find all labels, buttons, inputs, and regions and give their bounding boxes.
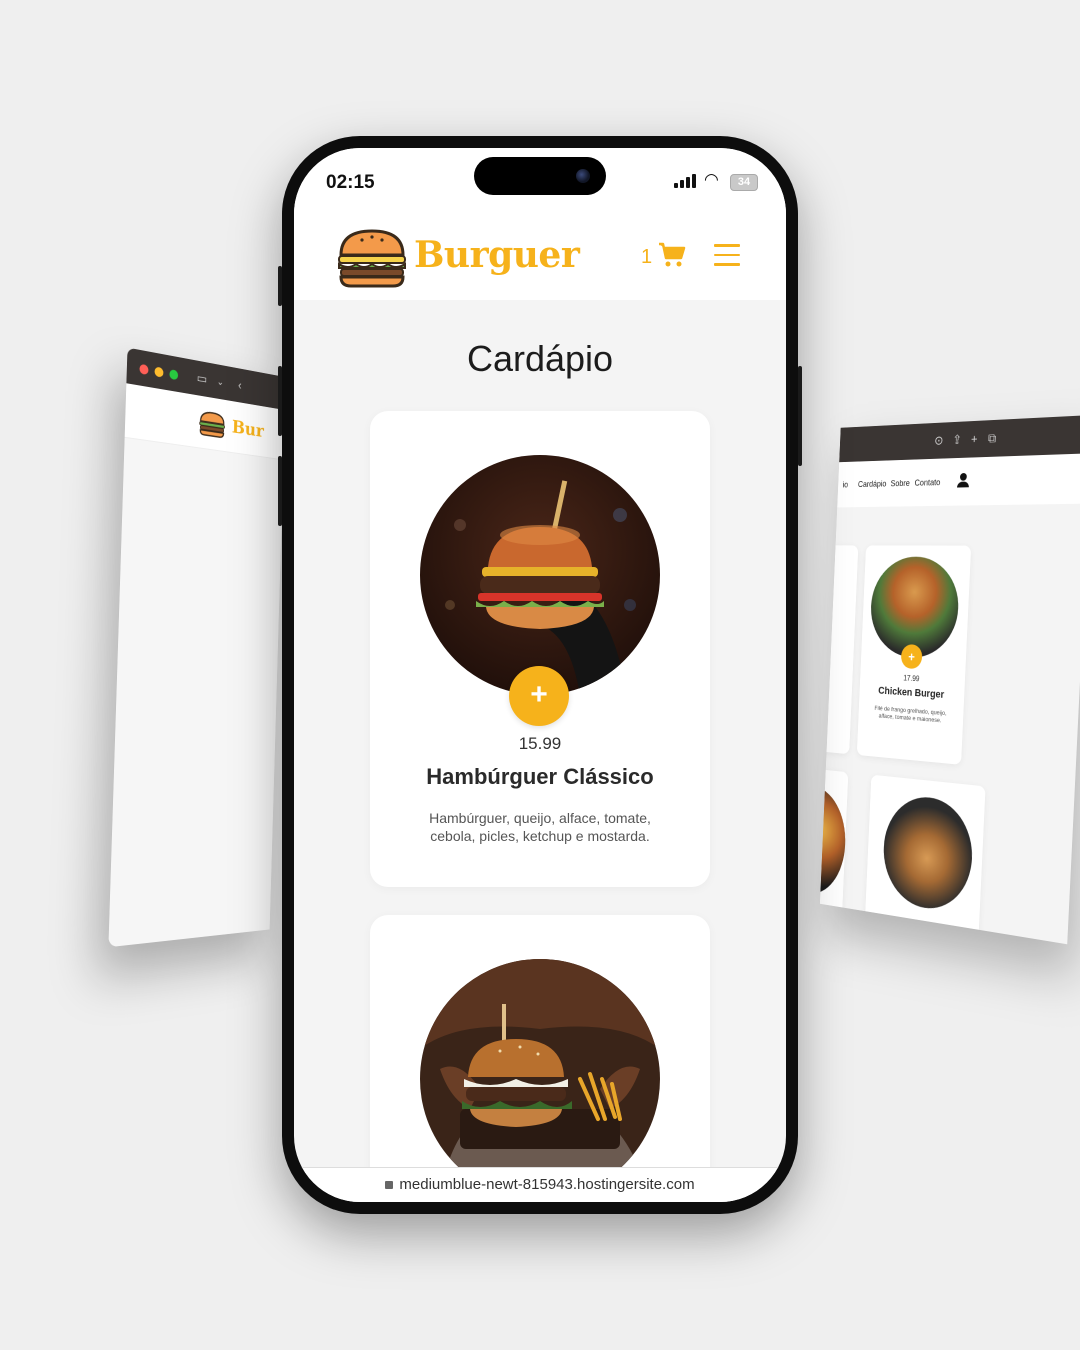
volume-up-button	[278, 366, 282, 436]
desktop-browser-left: ▭ ⌄ ‹ Bur	[108, 347, 286, 948]
desktop-nav: io Cardápio Sobre Contato	[837, 453, 1080, 508]
sidebar-icon[interactable]: ▭	[197, 370, 208, 387]
desktop-card-double	[863, 774, 986, 945]
tabs-overview-icon[interactable]: ⧉	[988, 431, 997, 447]
status-time: 02:15	[326, 172, 375, 193]
double-burger-image	[881, 792, 975, 915]
wifi-icon: ◠	[704, 170, 719, 189]
phone-frame: 02:15 ◠ 34 Burguer 1 Cardápio + 15.99 Ha…	[278, 136, 802, 1214]
brand-name[interactable]: Burguer	[414, 234, 580, 276]
status-bar: 02:15 ◠ 34	[294, 148, 786, 218]
menu-item-card: +	[370, 915, 710, 1202]
burger-image	[420, 959, 660, 1199]
desktop-item-description: Filé de frango grelhado, queijo, alface,…	[874, 705, 947, 725]
hamburger-menu-icon[interactable]	[714, 244, 740, 266]
camera-icon	[576, 169, 590, 183]
download-icon[interactable]: ⊙	[934, 433, 944, 449]
nav-item-sobre[interactable]: Sobre	[890, 478, 910, 488]
url-text[interactable]: mediumblue-newt-815943.hostingersite.com	[399, 1176, 694, 1193]
cart-count-badge: 1	[641, 246, 653, 268]
item-price: 15.99	[518, 734, 562, 753]
close-window-icon[interactable]	[139, 363, 149, 376]
desktop-brand-text: Bur	[231, 416, 265, 442]
desktop-item-price: 17.99	[903, 673, 920, 684]
user-icon[interactable]	[957, 472, 970, 489]
lock-icon	[385, 1181, 394, 1190]
silent-switch	[278, 266, 282, 306]
url-text-wrapper: mediumblue-newt-815943.hostingersite.com	[294, 1176, 786, 1193]
volume-down-button	[278, 456, 282, 526]
minimize-window-icon[interactable]	[154, 366, 164, 378]
burger-logo-icon[interactable]	[195, 408, 229, 440]
dynamic-island	[474, 157, 606, 195]
item-description: Hambúrguer, queijo, alface, tomate, cebo…	[429, 810, 651, 844]
desktop-card-chicken: + 17.99 Chicken Burger Filé de frango gr…	[856, 545, 972, 765]
desktop-body	[108, 437, 284, 948]
nav-item-contato[interactable]: Contato	[914, 478, 940, 488]
browser-url-bar[interactable]: mediumblue-newt-815943.hostingersite.com	[294, 1167, 786, 1202]
desktop-card-partial	[819, 545, 859, 755]
fire-burger-image	[819, 782, 848, 899]
item-name: Hambúrguer Clássico	[426, 764, 654, 789]
site-header: Burguer 1	[294, 218, 786, 300]
phone-screen: 02:15 ◠ 34 Burguer 1 Cardápio + 15.99 Ha…	[294, 148, 786, 1202]
burger-image	[420, 455, 660, 695]
battery-icon: 34	[730, 174, 758, 191]
add-to-cart-button[interactable]: +	[509, 666, 569, 726]
desktop-item-name: Chicken Burger	[878, 685, 945, 701]
nav-item-cardapio[interactable]: Cardápio	[858, 479, 887, 489]
desktop-card-partial-2	[819, 766, 849, 945]
nav-item-inicio[interactable]: io	[843, 480, 849, 489]
cart-icon[interactable]	[658, 242, 686, 268]
burger-logo-icon[interactable]	[336, 228, 408, 288]
desktop-browser-right: ⊙ ⇪ + ⧉ io Cardápio Sobre Contato + 17.9…	[819, 414, 1080, 945]
power-button	[798, 366, 802, 466]
new-tab-icon[interactable]: +	[971, 431, 978, 446]
chevron-down-icon[interactable]: ⌄	[217, 377, 224, 389]
page-title: Cardápio	[466, 338, 614, 379]
add-to-cart-button[interactable]: +	[900, 643, 923, 670]
signal-icon	[674, 174, 698, 190]
menu-item-card: + 15.99 Hambúrguer Clássico Hambúrguer, …	[370, 411, 710, 887]
maximize-window-icon[interactable]	[169, 369, 179, 381]
status-icons: ◠ 34	[674, 170, 758, 191]
back-icon[interactable]: ‹	[238, 378, 242, 393]
share-icon[interactable]: ⇪	[952, 432, 962, 448]
